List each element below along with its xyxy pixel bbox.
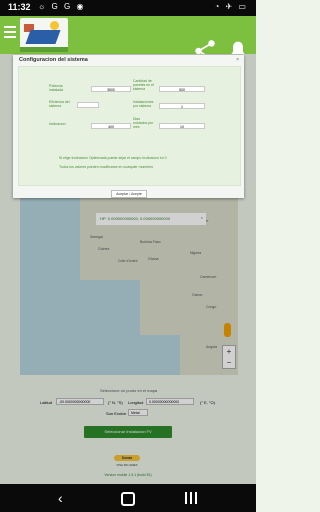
menu-icon[interactable] (4, 26, 16, 40)
inclination-input[interactable]: 400 (91, 123, 131, 129)
field-label: Instalaciones por sistema (133, 100, 154, 109)
power-input[interactable]: 3500 (91, 86, 131, 92)
field-label: Potencia instalada (49, 84, 64, 93)
status-bar: 11:32 ☼ G G ◉ ◔ ✈ ▭ (0, 0, 256, 16)
back-icon[interactable]: ‹ (58, 490, 63, 506)
app-logo (20, 18, 68, 52)
field-label: Eficiencia del sistema (49, 100, 70, 109)
dialog-note: Todos los valores pueden modificarse en … (59, 165, 154, 169)
field-label: Dias nublados por mes (133, 117, 154, 130)
efficiency-select[interactable] (77, 102, 99, 108)
navigation-bar: ‹ (0, 484, 256, 512)
system-config-dialog: Configuracion del sistema × Potencia ins… (13, 55, 244, 198)
app-bar (0, 16, 256, 62)
dialog-note: Si elige Inclinacion Optimizada puede de… (59, 156, 167, 160)
panels-input[interactable]: 500 (159, 86, 205, 92)
dialog-title: Configuracion del sistema (19, 57, 88, 63)
accept-button[interactable]: Aceptar / Acepte (111, 190, 147, 198)
cloudy-days-input[interactable]: 10 (159, 123, 205, 129)
clock: 11:32 (8, 2, 31, 12)
field-label: Cantidad de paneles en el sistema (133, 79, 154, 92)
notification-icons: ☼ G G ◉ (38, 2, 86, 11)
close-icon[interactable]: × (236, 57, 239, 63)
field-label: Inclinacion (49, 122, 66, 126)
dialog-body: Potencia instalada 3500 Cantidad de pane… (18, 66, 241, 186)
home-icon[interactable] (121, 492, 135, 506)
system-icons: ◔ ✈ ▭ (214, 2, 248, 11)
recent-apps-icon[interactable] (185, 492, 197, 504)
installations-input[interactable]: 1 (159, 103, 205, 109)
